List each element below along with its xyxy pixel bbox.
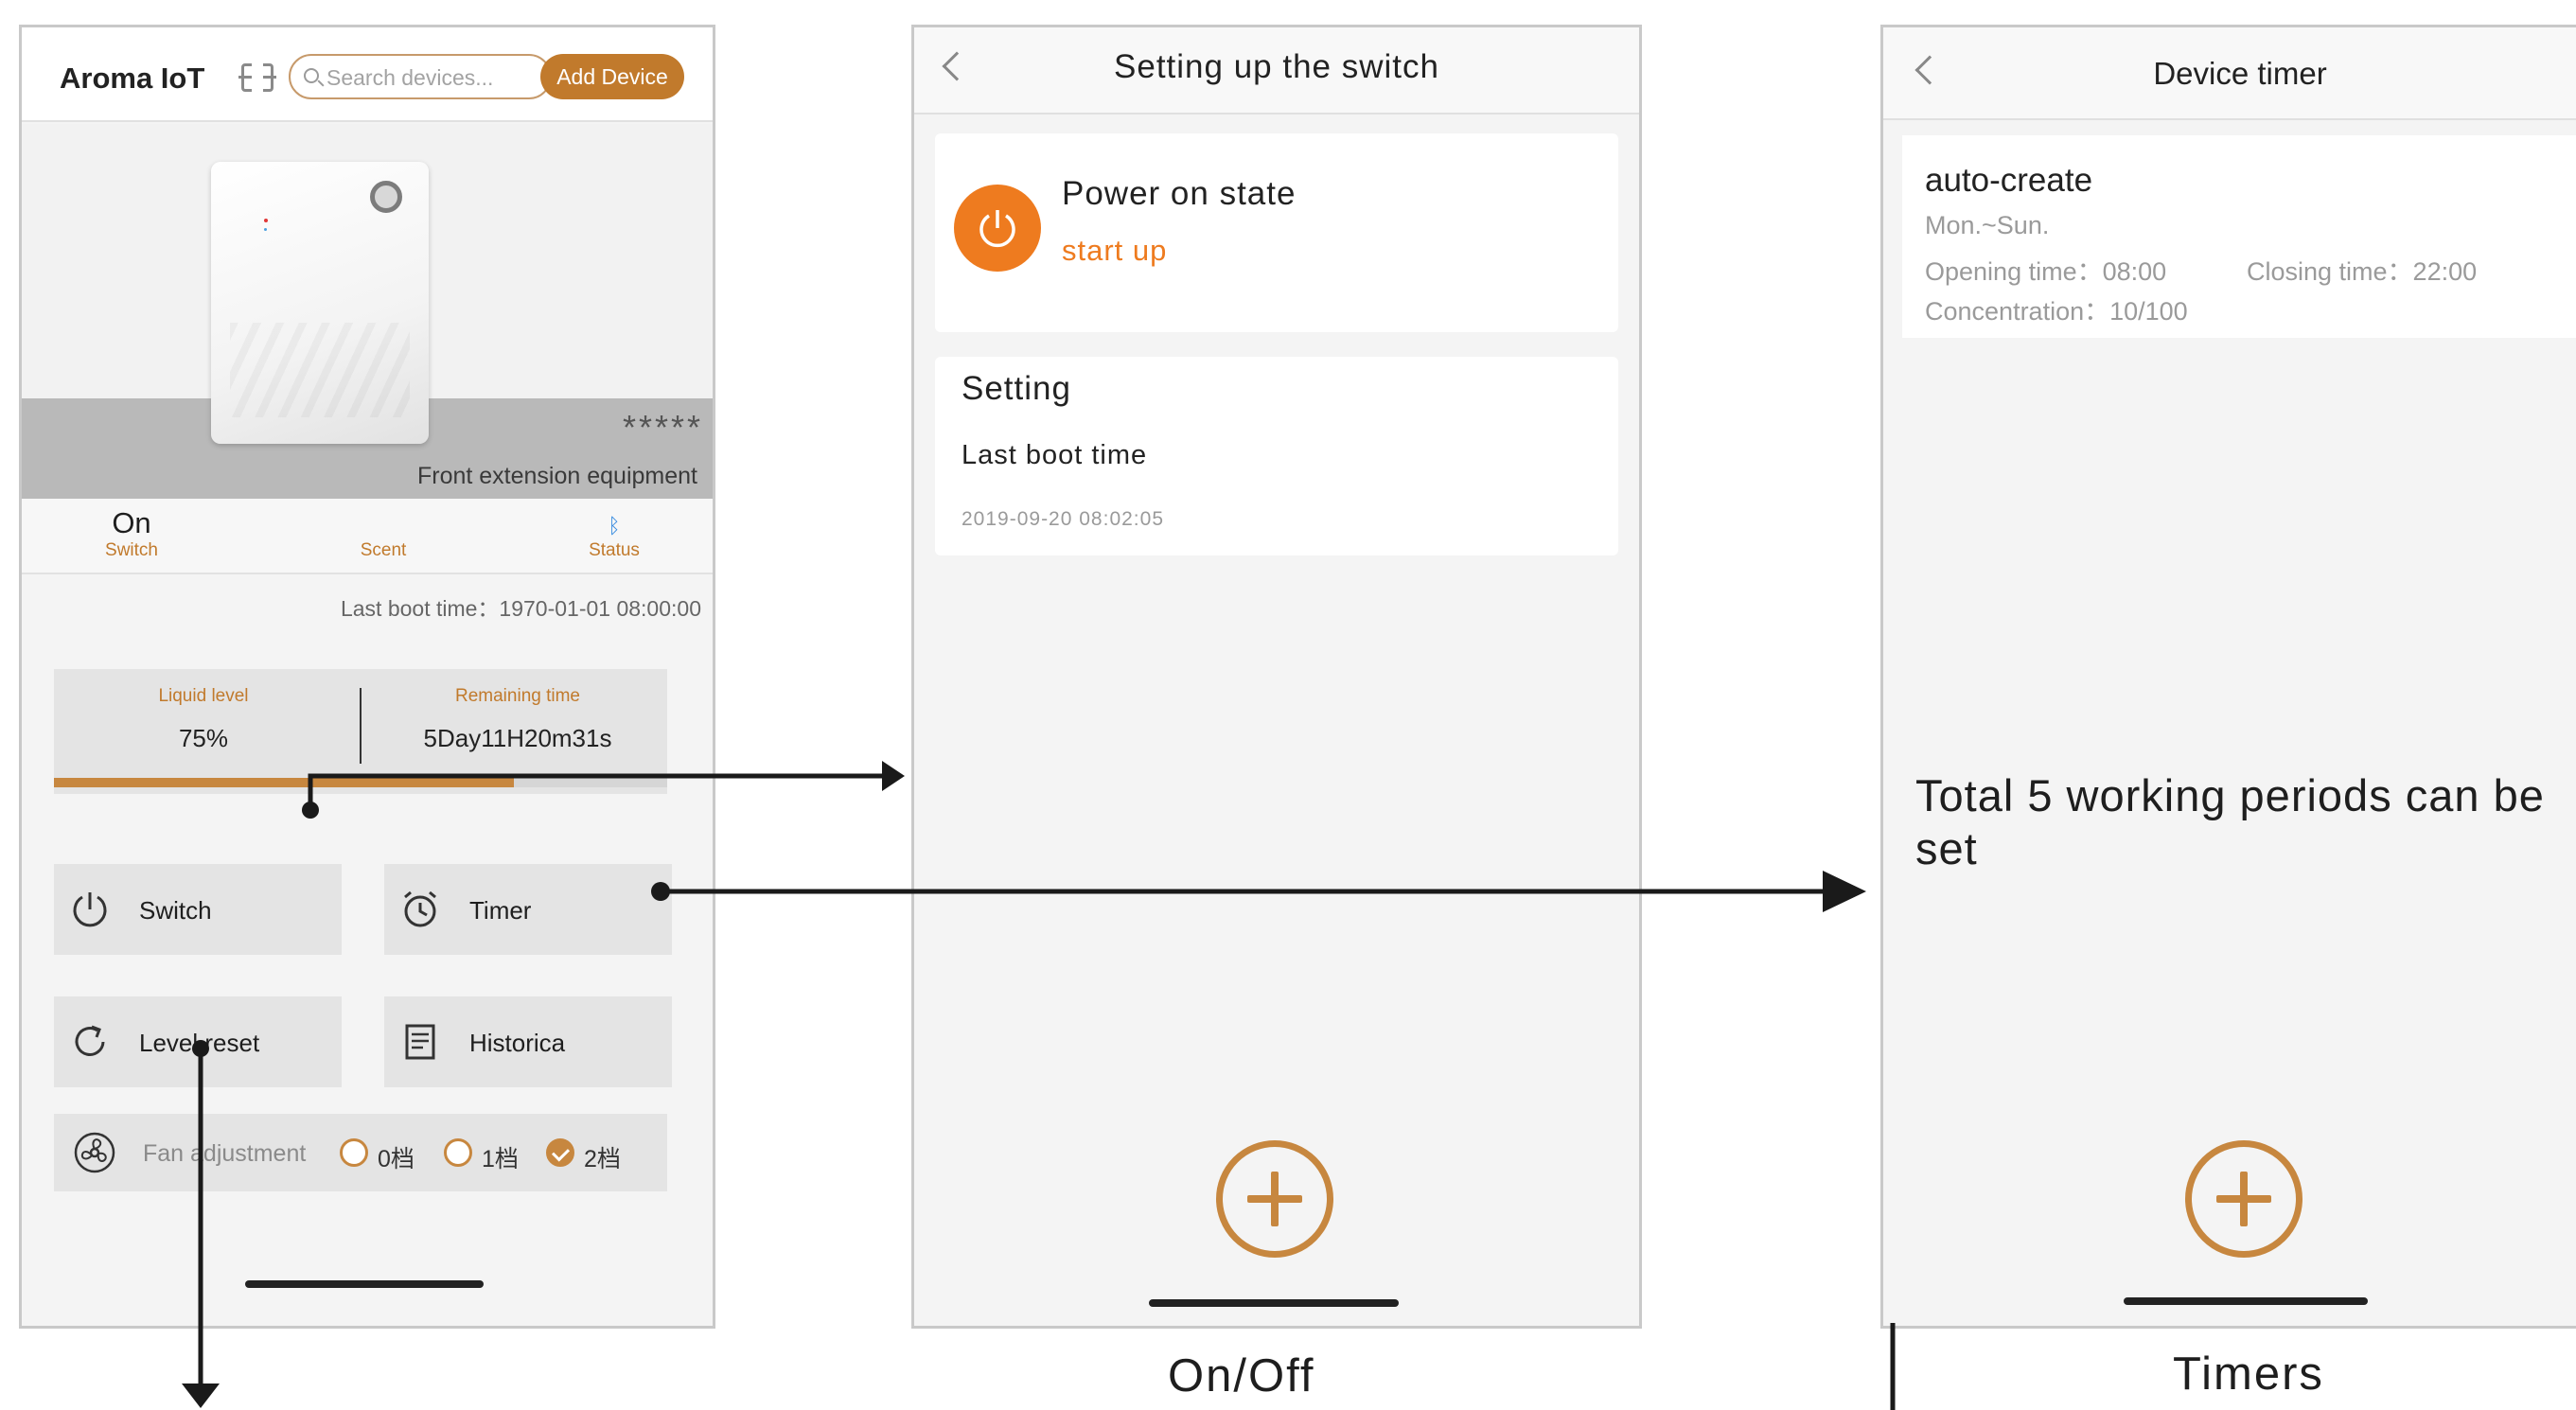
device-hero: ***** Front extension equipment [22, 124, 713, 521]
home-indicator [245, 1280, 484, 1288]
liquid-level-value: 75% [178, 724, 229, 752]
search-box[interactable] [289, 54, 552, 99]
tab-scent[interactable]: Scent [317, 506, 450, 561]
remaining-time-stat: Remaining time 5Day11H20m31s [376, 686, 660, 753]
switch-label: Switch [105, 540, 158, 560]
search-input[interactable] [326, 63, 544, 92]
timer-days: Mon.~Sun. [1925, 211, 2050, 239]
remaining-time-value: 5Day11H20m31s [423, 724, 612, 752]
switch-settings-screen: Setting up the switch Power on state sta… [911, 25, 1642, 1329]
add-device-button[interactable]: Add Device [540, 54, 684, 99]
last-boot-time: Last boot time：1970-01-01 08:00:00 [340, 596, 701, 621]
last-boot-value: 2019-09-20 08:02:05 [962, 508, 1164, 530]
timer-card[interactable]: auto-create Mon.~Sun. Opening time：08:00… [1902, 135, 2576, 338]
device-subtitle: Front extension equipment [416, 463, 697, 489]
power-icon [979, 210, 1015, 248]
scan-icon[interactable] [238, 61, 276, 95]
timer-name: auto-create [1925, 162, 2093, 199]
device-stars: ***** [622, 408, 703, 447]
tab-switch[interactable]: On Switch [65, 506, 198, 561]
opening-time: Opening time：08:00 [1925, 257, 2167, 286]
stat-divider [360, 688, 362, 764]
status-label: Status [589, 540, 640, 560]
remaining-time-label: Remaining time [455, 686, 580, 706]
power-state-title: Power on state [1062, 175, 1297, 212]
device-image [211, 162, 429, 444]
alarm-clock-icon [404, 890, 436, 927]
fan-adjustment-label: Fan adjustment [143, 1140, 307, 1167]
nav-bar: Setting up the switch [914, 27, 1639, 115]
historica-button[interactable]: Historica [384, 996, 672, 1087]
fan-option-1-label: 1档 [482, 1146, 519, 1172]
timer-button[interactable]: Timer [384, 864, 672, 955]
device-timer-screen: Device timer auto-create Mon.~Sun. Openi… [1880, 25, 2576, 1329]
level-reset-button[interactable]: Level reset [54, 996, 342, 1087]
scent-label: Scent [360, 540, 407, 560]
liquid-stats-panel: Liquid level 75% Remaining time 5Day11H2… [54, 669, 667, 794]
add-icon[interactable] [1216, 1140, 1333, 1258]
setting-title: Setting [962, 370, 1071, 407]
led-dot-blue [264, 228, 267, 231]
device-knob [370, 181, 402, 213]
power-on-state-card[interactable]: Power on state start up [935, 133, 1618, 332]
app-header: Aroma IoT Add Device [22, 27, 713, 122]
liquid-level-label: Liquid level [158, 686, 249, 706]
level-reset-button-label: Level reset [139, 1029, 260, 1057]
search-icon [304, 68, 319, 83]
liquid-level-bar [54, 778, 667, 787]
device-pattern [230, 323, 410, 417]
led-dot [264, 219, 268, 222]
caption-timers: Timers [2173, 1348, 2324, 1400]
power-state-circle [954, 185, 1041, 272]
tab-status[interactable]: ᛒ Status [548, 506, 680, 561]
status-tabs: On Switch Scent ᛒ Status [22, 499, 713, 574]
caption-onoff: On/Off [1168, 1350, 1315, 1401]
switch-button-label: Switch [139, 896, 212, 925]
main-device-screen: Aroma IoT Add Device ***** Front extensi… [19, 25, 715, 1329]
setting-card: Setting Last boot time 2019-09-20 08:02:… [935, 357, 1618, 555]
add-icon[interactable] [2185, 1140, 2303, 1258]
app-title: Aroma IoT [60, 62, 205, 95]
radio-circle [340, 1138, 368, 1167]
document-icon [405, 1024, 435, 1060]
home-indicator [2124, 1297, 2368, 1305]
home-indicator [1149, 1299, 1399, 1307]
fan-adjustment-row: Fan adjustment 0档 1档 2档 [54, 1114, 667, 1191]
scent-value [317, 506, 450, 540]
switch-button[interactable]: Switch [54, 864, 342, 955]
check-icon [546, 1138, 574, 1167]
refresh-icon [75, 1025, 105, 1056]
power-state-value: start up [1062, 234, 1168, 267]
page-title: Device timer [2153, 56, 2327, 91]
last-boot-label: Last boot time [962, 440, 1148, 470]
page-title: Setting up the switch [1114, 48, 1439, 85]
liquid-level-fill [54, 778, 514, 787]
fan-option-2-label: 2档 [584, 1146, 621, 1172]
power-icon [73, 892, 107, 927]
historica-button-label: Historica [469, 1029, 566, 1057]
nav-bar: Device timer [1883, 27, 2576, 120]
fan-option-0-label: 0档 [378, 1146, 415, 1172]
working-periods-note: Total 5 working periods can be set [1915, 770, 2545, 873]
stage: Aroma IoT Add Device ***** Front extensi… [0, 0, 2576, 1410]
concentration: Concentration：10/100 [1925, 297, 2188, 326]
switch-value: On [112, 506, 151, 539]
closing-time: Closing time：22:00 [2247, 257, 2478, 286]
liquid-level-stat: Liquid level 75% [62, 686, 345, 753]
radio-circle [444, 1138, 472, 1167]
timer-button-label: Timer [469, 896, 532, 925]
bluetooth-icon: ᛒ [608, 514, 621, 538]
fan-icon [74, 1132, 115, 1173]
